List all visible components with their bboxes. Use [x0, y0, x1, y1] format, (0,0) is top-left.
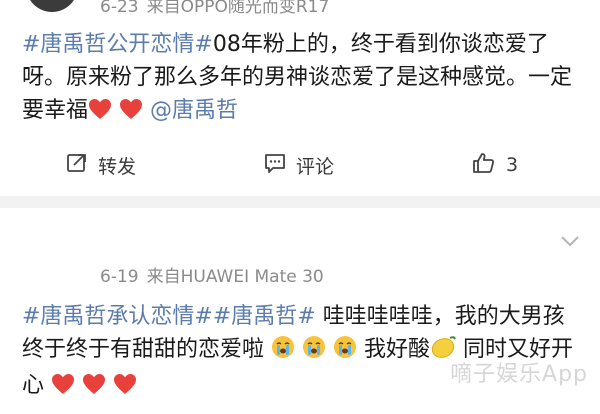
repost-button[interactable]: 转发: [66, 148, 136, 182]
post-separator: [0, 196, 600, 208]
like-count: 3: [506, 154, 519, 176]
heart-emoji-icon: [113, 372, 137, 405]
post-source: 来自HUAWEI Mate 30: [146, 267, 324, 287]
heart-emoji-icon: [82, 372, 106, 405]
watermark: 嘀子娱乐App: [450, 362, 588, 387]
post-time: 6-19: [100, 267, 139, 287]
repost-label: 转发: [98, 155, 137, 178]
post-card-2: 6-19 来自HUAWEI Mate 30 #唐禹哲承认恋情##唐禹哲# 哇哇哇哇…: [0, 208, 600, 414]
repost-icon: [66, 152, 98, 179]
heart-emoji-icon: [51, 372, 75, 405]
post-card-1: 6-23 来自OPPO随光而变R17 #唐禹哲公开恋情#08年粉上的，终于看到你谈…: [0, 0, 600, 196]
avatar[interactable]: [26, 0, 78, 12]
comment-icon: [264, 152, 296, 179]
mention-link[interactable]: @唐禹哲: [150, 98, 238, 123]
hashtag-link[interactable]: #唐禹哲承认恋情#: [22, 304, 213, 329]
action-bar: 转发 评论 3: [0, 148, 600, 182]
crying-face-emoji-icon: [302, 335, 326, 369]
comment-label: 评论: [296, 155, 335, 178]
post-meta: 6-23 来自OPPO随光而变R17: [100, 0, 329, 17]
thumbs-up-icon: [472, 152, 506, 179]
hashtag-link[interactable]: #唐禹哲#: [213, 304, 316, 329]
post-text: #唐禹哲承认恋情##唐禹哲# 哇哇哇哇哇，我的大男孩终于终于有甜甜的恋爱啦 我好…: [22, 300, 582, 405]
comment-button[interactable]: 评论: [264, 148, 334, 182]
crying-face-emoji-icon: [333, 335, 357, 369]
heart-emoji-icon: [88, 97, 112, 130]
post-source: 来自OPPO随光而变R17: [146, 0, 330, 17]
post-meta: 6-19 来自HUAWEI Mate 30: [100, 262, 324, 287]
crying-face-emoji-icon: [271, 335, 295, 369]
like-button[interactable]: 3: [472, 148, 518, 182]
hashtag-link[interactable]: #唐禹哲公开恋情#: [22, 32, 213, 57]
post-text: #唐禹哲公开恋情#08年粉上的，终于看到你谈恋爱了呀。原来粉了那么多年的男神谈恋…: [22, 28, 582, 130]
post-body: 我好酸: [364, 337, 431, 362]
heart-emoji-icon: [119, 97, 143, 130]
chevron-down-icon[interactable]: [560, 232, 580, 251]
post-time: 6-23: [100, 0, 139, 17]
